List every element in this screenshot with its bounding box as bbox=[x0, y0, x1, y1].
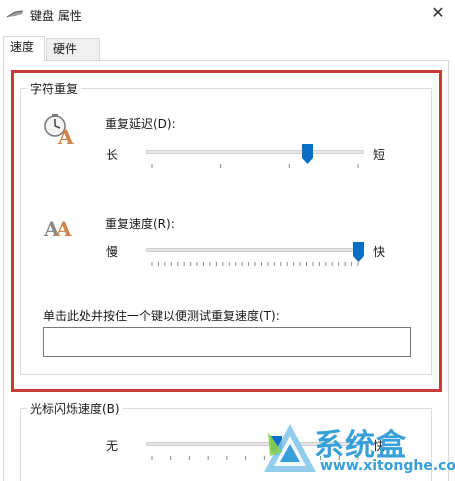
repeat-test-label: 单击此处并按住一个键以便测试重复速度(T): bbox=[43, 309, 280, 323]
repeat-rate-min-label: 慢 bbox=[106, 245, 119, 259]
repeat-delay-min-label: 长 bbox=[106, 148, 119, 162]
repeat-delay-thumb[interactable] bbox=[301, 144, 313, 164]
svg-text:A: A bbox=[57, 125, 74, 146]
repeat-rate-thumb[interactable] bbox=[353, 242, 364, 262]
watermark-url: www.xitonghe.com bbox=[320, 458, 455, 474]
title-bar: 键盘 属性 ✕ bbox=[0, 0, 455, 30]
repeat-rate-max-label: 快 bbox=[373, 245, 386, 259]
watermark-logo-icon bbox=[264, 424, 316, 472]
tab-strip: 速度 硬件 bbox=[0, 34, 455, 61]
repeat-delay-label: 重复延迟(D): bbox=[105, 117, 176, 131]
repeat-delay-track bbox=[146, 150, 364, 154]
repeat-rate-slider[interactable] bbox=[146, 242, 364, 262]
repeat-rate-track bbox=[146, 248, 364, 252]
cursor-blink-min-label: 无 bbox=[106, 439, 119, 453]
watermark: 系统盒 www.xitonghe.com bbox=[262, 418, 455, 478]
cursor-blink-label: 光标闪烁速度(B) bbox=[27, 400, 123, 417]
repeat-delay-max-label: 短 bbox=[373, 148, 386, 162]
close-button[interactable]: ✕ bbox=[425, 2, 451, 26]
repeat-delay-slider[interactable] bbox=[146, 144, 364, 164]
window-title: 键盘 属性 bbox=[30, 9, 82, 23]
keyboard-icon bbox=[6, 10, 24, 18]
repeat-rate-label: 重复速度(R): bbox=[105, 217, 175, 231]
close-icon: ✕ bbox=[431, 3, 445, 22]
repeat-rate-icon: A A bbox=[44, 217, 72, 240]
tab-hardware[interactable]: 硬件 bbox=[46, 38, 100, 60]
repeat-delay-ticks bbox=[151, 164, 359, 168]
repeat-rate-ticks bbox=[151, 262, 359, 266]
svg-text:A: A bbox=[55, 217, 72, 240]
character-repeat-label: 字符重复 bbox=[27, 80, 82, 97]
repeat-delay-icon: A bbox=[44, 114, 74, 146]
repeat-test-input[interactable] bbox=[43, 327, 411, 357]
tab-speed[interactable]: 速度 bbox=[3, 36, 45, 61]
